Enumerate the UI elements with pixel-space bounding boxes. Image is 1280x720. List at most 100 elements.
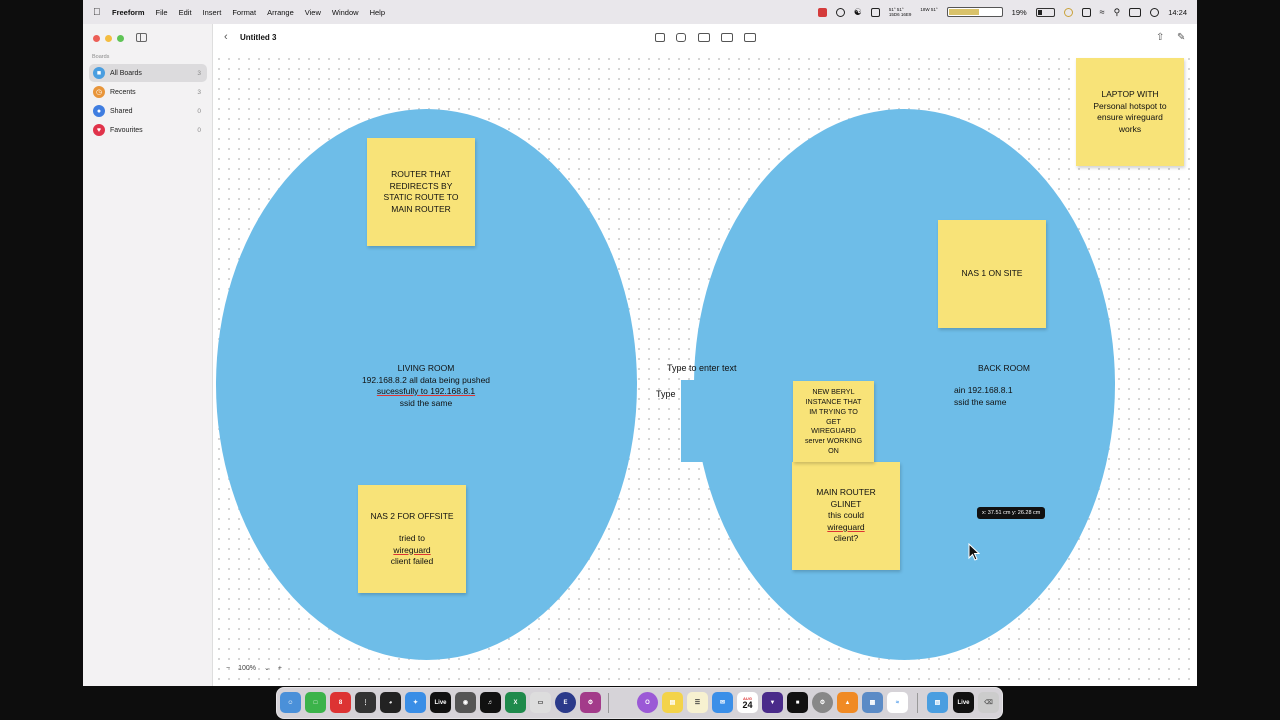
sticky-note-nas1[interactable]: NAS 1 ON SITE [938,220,1046,328]
status-area: ☯ 51° 51° 15D6 16E9 18W 51° 19% ≈ ⚲ 14:2… [817,0,1187,24]
audio-app-icon[interactable]: ♬ [480,692,501,713]
amphetamine-icon[interactable] [1063,7,1073,17]
apple-menu-icon[interactable]:  [93,7,103,18]
clock[interactable]: 14:24 [1168,8,1187,17]
sidebar-item-label: All Boards [110,69,142,77]
new-board-icon[interactable]: ✎ [1177,32,1185,43]
sidebar-toggle-icon[interactable] [136,33,147,42]
back-chevron-icon[interactable]: ‹ [224,31,228,43]
back-room-details[interactable]: ain 192.168.8.1 ssid the same [954,385,1034,408]
app-v-icon[interactable]: ▼ [762,692,783,713]
record-icon[interactable] [817,7,827,17]
app-o-icon[interactable]: O [637,692,658,713]
shape-tool-icon[interactable] [676,33,686,42]
board-title[interactable]: Untitled 3 [240,33,276,42]
disk-icon[interactable]: ◉ [455,692,476,713]
minimize-window-button[interactable] [105,35,112,42]
calendar-icon[interactable]: AUG 24 [737,692,758,713]
menu-window[interactable]: Window [332,8,359,17]
cpu-graph-icon[interactable] [946,7,1003,17]
file-tool-icon[interactable] [744,33,756,42]
zoom-level[interactable]: 100% [238,665,256,672]
search-icon[interactable]: ⚲ [1114,7,1121,18]
menu-file[interactable]: File [156,8,168,17]
notes-icon[interactable]: ☰ [687,692,708,713]
sidebar-item-recents[interactable]: ◷ Recents 3 [89,83,207,101]
back-room-label[interactable]: BACK ROOM [944,363,1064,375]
launchpad-icon[interactable]: ⋮ [355,692,376,713]
safari-icon[interactable]: ✦ [405,692,426,713]
dock-separator [608,693,609,713]
heart-icon: ♥ [93,124,105,136]
battery-icon[interactable] [1035,7,1055,17]
sticky-note-laptop[interactable]: LAPTOP WITH Personal hotspot to ensure w… [1076,58,1184,166]
sidebar-item-count: 0 [197,107,201,115]
menu-insert[interactable]: Insert [203,8,222,17]
battery-percent: 19% [1011,7,1027,17]
wifi-icon[interactable]: ≈ [1100,7,1105,17]
activity-monitor-icon[interactable]: ◕ [380,692,401,713]
canvas[interactable]: ‹ Untitled 3 ⇧ ✎ LIVING ROOM 192.168.8.2… [214,24,1197,686]
app-e-icon[interactable]: E [555,692,576,713]
menu-view[interactable]: View [305,8,321,17]
preview-icon[interactable]: ▭ [530,692,551,713]
all-boards-icon: ■ [93,67,105,79]
activity-icon[interactable] [835,7,845,17]
zoom-control: − 100% ⌄ + [226,664,282,673]
text-tool-icon[interactable] [698,33,710,42]
sidebar-item-label: Favourites [110,126,143,134]
app-menu[interactable]: Freeform [112,8,145,17]
trash-icon[interactable]: ⌫ [978,692,999,713]
menu-help[interactable]: Help [370,8,385,17]
sidebar-item-count: 3 [197,69,201,77]
zoom-out-button[interactable]: − [226,665,230,672]
sidebar-item-favourites[interactable]: ♥ Favourites 0 [89,121,207,139]
mail-icon[interactable]: ✉ [712,692,733,713]
media-tool-icon[interactable] [721,33,733,42]
shape-fragment[interactable] [681,380,721,462]
ableton-live-icon[interactable]: Live [430,692,451,713]
text-box[interactable]: Type to enter text [667,363,737,373]
app-icon[interactable]: ⚙ [580,692,601,713]
menu-edit[interactable]: Edit [179,8,192,17]
sticky-note-router[interactable]: ROUTER THAT REDIRECTS BY STATIC ROUTE TO… [367,138,475,246]
close-window-button[interactable] [93,35,100,42]
control-center-icon[interactable] [1129,7,1142,17]
sticky-note-main-router[interactable]: MAIN ROUTER GLINET this could wireguard … [792,462,900,570]
freeform-icon[interactable]: ≈ [887,692,908,713]
excel-icon[interactable]: X [505,692,526,713]
menu-format[interactable]: Format [232,8,256,17]
screen-icon[interactable] [870,7,880,17]
back-room-ellipse[interactable] [694,109,1115,660]
siri-icon[interactable] [1150,7,1160,17]
toolbar: ‹ Untitled 3 ⇧ ✎ [214,24,1197,52]
sidebar-item-shared[interactable]: ● Shared 0 [89,102,207,120]
zoom-window-button[interactable] [117,35,124,42]
finder-icon[interactable]: ☺ [280,692,301,713]
app-8-icon[interactable]: 8 [330,692,351,713]
living-room-label[interactable]: LIVING ROOM 192.168.8.2 all data being p… [326,363,526,409]
headphones-icon[interactable]: ☯ [854,7,862,18]
app-shield-icon[interactable]: ■ [787,692,808,713]
app-printer-icon[interactable]: ▩ [862,692,883,713]
chevron-down-icon[interactable]: ⌄ [264,664,270,672]
system-settings-icon[interactable]: ⚙ [812,692,833,713]
messages-icon[interactable]: □ [305,692,326,713]
sidebar-item-label: Shared [110,107,133,115]
display-icon[interactable] [1081,7,1091,17]
share-icon[interactable]: ⇧ [1156,32,1164,43]
weather-widget[interactable]: 51° 51° 15D6 16E9 [889,7,912,17]
text-box[interactable]: Type [656,389,676,399]
folder-icon[interactable]: ▧ [927,692,948,713]
note-tool-icon[interactable] [655,33,665,42]
vlc-icon[interactable]: ▲ [837,692,858,713]
ableton-live-icon[interactable]: Live [953,692,974,713]
sensor-widget[interactable]: 18W 51° [920,7,937,17]
menu-bar:  Freeform File Edit Insert Format Arran… [83,0,1197,24]
sticky-note-beryl[interactable]: NEW BERYL INSTANCE THAT IM TRYING TO GET… [793,381,874,462]
menu-arrange[interactable]: Arrange [267,8,294,17]
stickies-icon[interactable]: ▤ [662,692,683,713]
zoom-in-button[interactable]: + [278,665,282,672]
sticky-note-nas2[interactable]: NAS 2 FOR OFFSITE tried to wireguard cli… [358,485,466,593]
sidebar-item-all-boards[interactable]: ■ All Boards 3 [89,64,207,82]
